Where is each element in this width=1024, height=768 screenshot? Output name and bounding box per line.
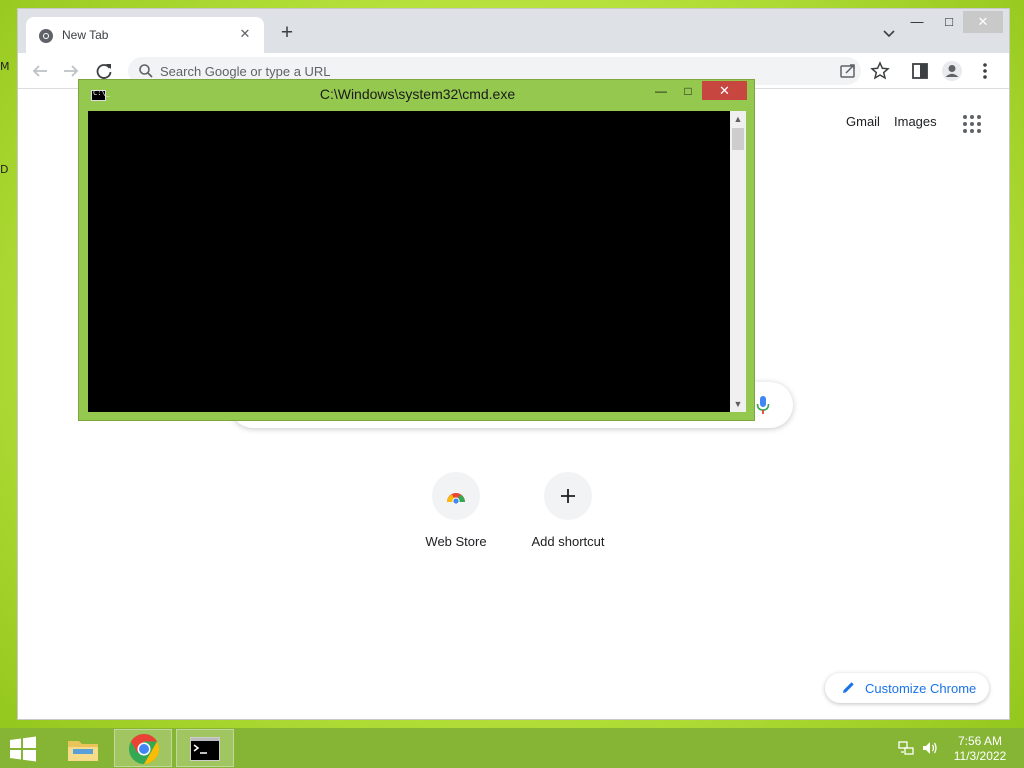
new-tab-button[interactable]: + — [276, 22, 298, 45]
cmd-maximize-button[interactable]: □ — [675, 82, 701, 100]
share-icon[interactable] — [837, 60, 859, 82]
omnibox-placeholder: Search Google or type a URL — [160, 64, 331, 79]
profile-avatar-icon[interactable] — [941, 60, 963, 82]
volume-icon[interactable] — [922, 740, 938, 756]
shortcut-icon-circle — [432, 472, 480, 520]
search-icon — [139, 64, 153, 78]
images-link[interactable]: Images — [894, 114, 937, 129]
clock-time: 7:56 AM — [957, 734, 1003, 748]
maximize-button[interactable]: □ — [935, 11, 963, 33]
customize-chrome-button[interactable]: Customize Chrome — [825, 673, 989, 703]
network-icon[interactable] — [898, 740, 914, 756]
minimize-button[interactable]: — — [903, 11, 931, 33]
clock-date: 11/3/2022 — [953, 749, 1007, 763]
cmd-close-button[interactable]: ✕ — [702, 81, 747, 100]
cmd-icon — [190, 737, 220, 761]
cmd-window: C:\_ C:\Windows\system32\cmd.exe — □ ✕ ▲… — [78, 79, 755, 421]
cmd-scrollbar[interactable]: ▲ ▼ — [730, 111, 746, 412]
web-store-icon — [447, 493, 465, 504]
scroll-up-icon[interactable]: ▲ — [730, 111, 746, 127]
tab-title: New Tab — [62, 28, 109, 42]
tab-strip: New Tab ✕ + — □ ✕ — [18, 9, 1009, 53]
tab-close-icon[interactable]: ✕ — [236, 25, 254, 43]
windows-start-icon[interactable] — [8, 736, 38, 762]
bookmark-star-icon[interactable] — [869, 60, 891, 82]
system-clock[interactable]: 7:56 AM 11/3/2022 — [944, 734, 1016, 764]
google-apps-icon[interactable] — [962, 114, 982, 134]
close-button[interactable]: ✕ — [963, 11, 1003, 33]
shortcut-web-store[interactable]: Web Store — [400, 472, 512, 549]
taskbar: 7:56 AM 11/3/2022 — [0, 728, 1024, 768]
customize-chrome-label: Customize Chrome — [865, 681, 977, 696]
shortcut-icon-circle — [544, 472, 592, 520]
tab-search-icon[interactable] — [881, 25, 897, 41]
plus-icon — [561, 489, 575, 503]
desktop-icon-label: D — [0, 163, 9, 176]
scroll-down-icon[interactable]: ▼ — [730, 396, 746, 412]
back-icon[interactable] — [29, 60, 51, 82]
cmd-minimize-button[interactable]: — — [648, 82, 674, 100]
gmail-link[interactable]: Gmail — [846, 114, 880, 129]
menu-kebab-icon[interactable] — [974, 60, 996, 82]
taskbar-file-explorer[interactable] — [54, 729, 112, 767]
folder-icon — [68, 741, 98, 761]
taskbar-google-chrome[interactable] — [114, 729, 172, 767]
taskbar-command-prompt[interactable] — [176, 729, 234, 767]
tab-new-tab[interactable]: New Tab ✕ — [26, 17, 264, 53]
scroll-thumb[interactable] — [732, 128, 744, 150]
chrome-icon — [39, 29, 53, 43]
pencil-icon — [843, 682, 854, 693]
shortcut-label: Web Store — [425, 534, 487, 549]
side-panel-icon[interactable] — [909, 60, 931, 82]
chrome-icon — [129, 734, 160, 764]
shortcut-add[interactable]: Add shortcut — [512, 472, 624, 549]
shortcut-label: Add shortcut — [531, 534, 605, 549]
microphone-icon[interactable] — [756, 395, 770, 415]
desktop-icon-label: M — [0, 60, 10, 73]
console-output[interactable] — [88, 111, 730, 412]
